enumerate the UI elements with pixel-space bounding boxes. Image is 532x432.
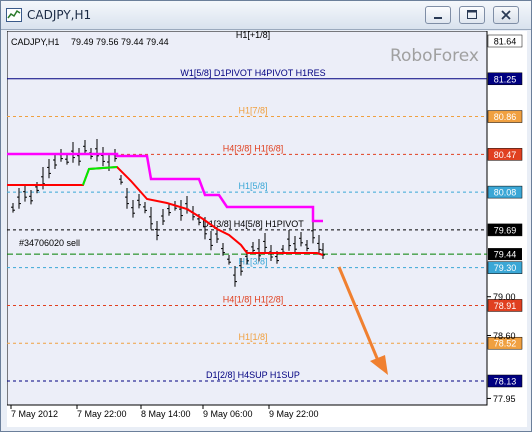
price-tag-label: 78.13 [494,377,517,387]
current-price-label: 79.44 [494,250,517,260]
level-label: W1[5/8] D1PIVOT H4PIVOT H1RES [180,68,325,78]
symbol-label: CADJPY,H1 [11,37,59,47]
price-tag-label: 79.69 [494,225,517,235]
price-tag-label: 78.91 [494,301,517,311]
ohlc-values: 79.49 79.56 79.44 79.44 [71,37,169,47]
time-label: 7 May 22:00 [77,409,127,419]
time-label: 9 May 06:00 [203,409,253,419]
axis-tick-label: 77.95 [493,394,516,404]
level-label: H1[+1/8] [236,31,270,40]
level-label: D1[2/8] H4SUP H1SUP [206,370,300,380]
price-tag-label: 79.30 [494,263,517,273]
close-icon [501,10,511,20]
chart-window[interactable]: CADJPY,H1 RoboForex CADJPY,H1 79.49 79.5… [0,0,532,432]
time-label: 7 May 2012 [11,409,58,419]
price-tag-label: 81.25 [494,74,517,84]
price-tag-label: 80.47 [494,150,517,160]
price-tag-label: 80.08 [494,188,517,198]
price-chart[interactable]: RoboForex CADJPY,H1 79.49 79.56 79.44 79… [7,31,527,427]
watermark: RoboForex [390,46,479,66]
time-label: 9 May 22:00 [269,409,319,419]
axis-tick-label: 79.00 [493,292,516,302]
maximize-icon [467,10,477,19]
level-label: H1[3/8] [238,257,267,267]
level-label: H4[3/8] H1[6/8] [223,143,284,153]
level-label: D1[3/8] H4[5/8] H1PIVOT [202,219,304,229]
minimize-button[interactable] [425,6,451,24]
window-title: CADJPY,H1 [27,8,92,22]
price-tag-label: 81.64 [494,37,517,47]
maximize-button[interactable] [459,6,485,24]
level-label: H1[1/8] [238,332,267,342]
axis-tick-label: 78.60 [493,331,516,341]
level-label: H1[5/8] [238,181,267,191]
chart-window-icon [6,8,22,22]
close-button[interactable] [493,6,519,24]
level-label: H4[1/8] H1[2/8] [223,294,284,304]
minimize-icon [434,17,442,19]
price-tag-label: 80.86 [494,112,517,122]
title-bar[interactable]: CADJPY,H1 [1,1,531,30]
order-label: #34706020 sell [19,238,80,248]
time-label: 8 May 14:00 [141,409,191,419]
level-label: H1[7/8] [238,106,267,116]
